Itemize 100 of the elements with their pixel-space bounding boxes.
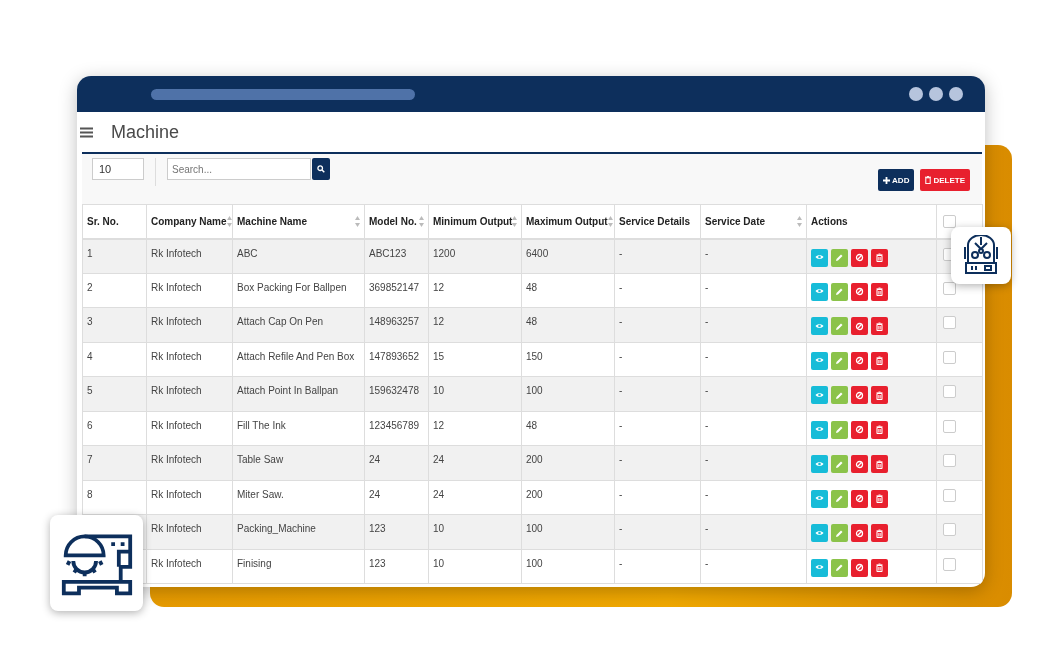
view-button[interactable] bbox=[811, 317, 828, 335]
table-cell: 100 bbox=[521, 376, 615, 411]
table-cell: Rk Infotech bbox=[146, 273, 233, 308]
table-cell: - bbox=[614, 342, 701, 377]
eye-icon bbox=[815, 390, 824, 400]
pencil-icon bbox=[835, 563, 844, 572]
table-cell: 10 bbox=[428, 549, 522, 584]
search-field[interactable]: Search... bbox=[167, 158, 311, 180]
view-button[interactable] bbox=[811, 282, 828, 301]
delete-button[interactable]: DELETE bbox=[920, 169, 970, 191]
edit-button[interactable] bbox=[831, 558, 848, 577]
delete-button[interactable] bbox=[871, 420, 888, 439]
delete-button[interactable] bbox=[871, 524, 888, 542]
add-button[interactable]: ADD bbox=[878, 169, 915, 191]
eye-icon bbox=[815, 253, 824, 262]
edit-button[interactable] bbox=[831, 386, 848, 404]
ban-icon bbox=[855, 425, 864, 434]
edit-button[interactable] bbox=[831, 420, 848, 439]
delete-button[interactable] bbox=[871, 317, 888, 335]
view-button[interactable] bbox=[811, 558, 828, 577]
table-cell: Attach Cap On Pen bbox=[232, 307, 365, 342]
edit-button[interactable] bbox=[831, 317, 848, 335]
search-button[interactable] bbox=[312, 158, 330, 180]
row-checkbox[interactable] bbox=[943, 488, 956, 502]
delete-button[interactable] bbox=[871, 489, 888, 508]
plus-icon bbox=[883, 176, 891, 184]
column-header[interactable]: Service Date bbox=[700, 204, 807, 239]
view-button[interactable] bbox=[811, 386, 828, 404]
block-button[interactable] bbox=[851, 351, 868, 370]
table-cell: 1 bbox=[82, 238, 147, 273]
edit-button[interactable] bbox=[831, 248, 848, 267]
column-header[interactable]: Maximum Output bbox=[521, 204, 615, 239]
window-dot[interactable] bbox=[949, 87, 963, 101]
block-button[interactable] bbox=[851, 455, 868, 473]
trash-icon bbox=[875, 494, 884, 503]
edit-button[interactable] bbox=[831, 524, 848, 542]
delete-button[interactable] bbox=[871, 386, 888, 404]
select-all-checkbox[interactable] bbox=[943, 214, 956, 228]
edit-button[interactable] bbox=[831, 455, 848, 473]
edit-button[interactable] bbox=[831, 489, 848, 508]
table-cell: - bbox=[614, 480, 701, 515]
window-dot[interactable] bbox=[929, 87, 943, 101]
row-checkbox[interactable] bbox=[943, 454, 956, 467]
view-button[interactable] bbox=[811, 489, 828, 508]
table-cell: - bbox=[700, 549, 807, 584]
table-cell: - bbox=[614, 376, 701, 411]
pencil-icon bbox=[835, 356, 844, 365]
sort-icon[interactable] bbox=[607, 215, 613, 227]
delete-button[interactable] bbox=[871, 351, 888, 370]
trash-icon bbox=[875, 425, 884, 434]
sort-icon[interactable] bbox=[512, 215, 518, 227]
column-header[interactable]: Model No. bbox=[364, 204, 429, 239]
sort-icon[interactable] bbox=[355, 215, 360, 227]
view-button[interactable] bbox=[811, 351, 828, 370]
block-button[interactable] bbox=[851, 524, 868, 542]
block-button[interactable] bbox=[851, 317, 868, 335]
delete-button[interactable] bbox=[871, 248, 888, 267]
table-cell: - bbox=[614, 238, 701, 273]
window-dot[interactable] bbox=[909, 87, 923, 101]
block-button[interactable] bbox=[851, 248, 868, 267]
ban-icon bbox=[855, 528, 864, 538]
edit-button[interactable] bbox=[831, 282, 848, 301]
view-button[interactable] bbox=[811, 420, 828, 439]
column-header[interactable]: Company Name bbox=[146, 204, 233, 239]
menu-icon[interactable] bbox=[80, 126, 93, 138]
delete-button[interactable] bbox=[871, 282, 888, 301]
delete-button[interactable] bbox=[871, 455, 888, 473]
column-header[interactable]: Machine Name bbox=[232, 204, 365, 239]
sort-icon[interactable] bbox=[419, 215, 424, 227]
table-cell: 123 bbox=[364, 514, 429, 549]
block-button[interactable] bbox=[851, 386, 868, 404]
view-button[interactable] bbox=[811, 455, 828, 473]
sort-icon[interactable] bbox=[226, 215, 232, 227]
column-header[interactable]: Minimum Output bbox=[428, 204, 522, 239]
block-button[interactable] bbox=[851, 282, 868, 301]
view-button[interactable] bbox=[811, 248, 828, 267]
block-button[interactable] bbox=[851, 489, 868, 508]
table-cell: 150 bbox=[521, 342, 615, 377]
row-checkbox[interactable] bbox=[943, 281, 956, 295]
row-checkbox[interactable] bbox=[943, 350, 956, 364]
block-button[interactable] bbox=[851, 558, 868, 577]
trash-icon bbox=[875, 253, 884, 262]
table-cell: 200 bbox=[521, 445, 615, 480]
page-size-field[interactable]: 10 bbox=[92, 158, 144, 180]
delete-button[interactable] bbox=[871, 558, 888, 577]
table-cell: 12 bbox=[428, 411, 522, 446]
row-checkbox[interactable] bbox=[943, 419, 956, 433]
row-checkbox[interactable] bbox=[943, 523, 956, 536]
sort-icon[interactable] bbox=[797, 215, 802, 227]
view-button[interactable] bbox=[811, 524, 828, 542]
eye-icon bbox=[815, 321, 824, 331]
table-cell: Rk Infotech bbox=[146, 549, 233, 584]
table-cell: 6 bbox=[82, 411, 147, 446]
row-checkbox[interactable] bbox=[943, 316, 956, 329]
ban-icon bbox=[855, 253, 864, 262]
table-cell: 8 bbox=[82, 480, 147, 515]
row-checkbox[interactable] bbox=[943, 385, 956, 398]
block-button[interactable] bbox=[851, 420, 868, 439]
edit-button[interactable] bbox=[831, 351, 848, 370]
row-checkbox[interactable] bbox=[943, 557, 956, 571]
